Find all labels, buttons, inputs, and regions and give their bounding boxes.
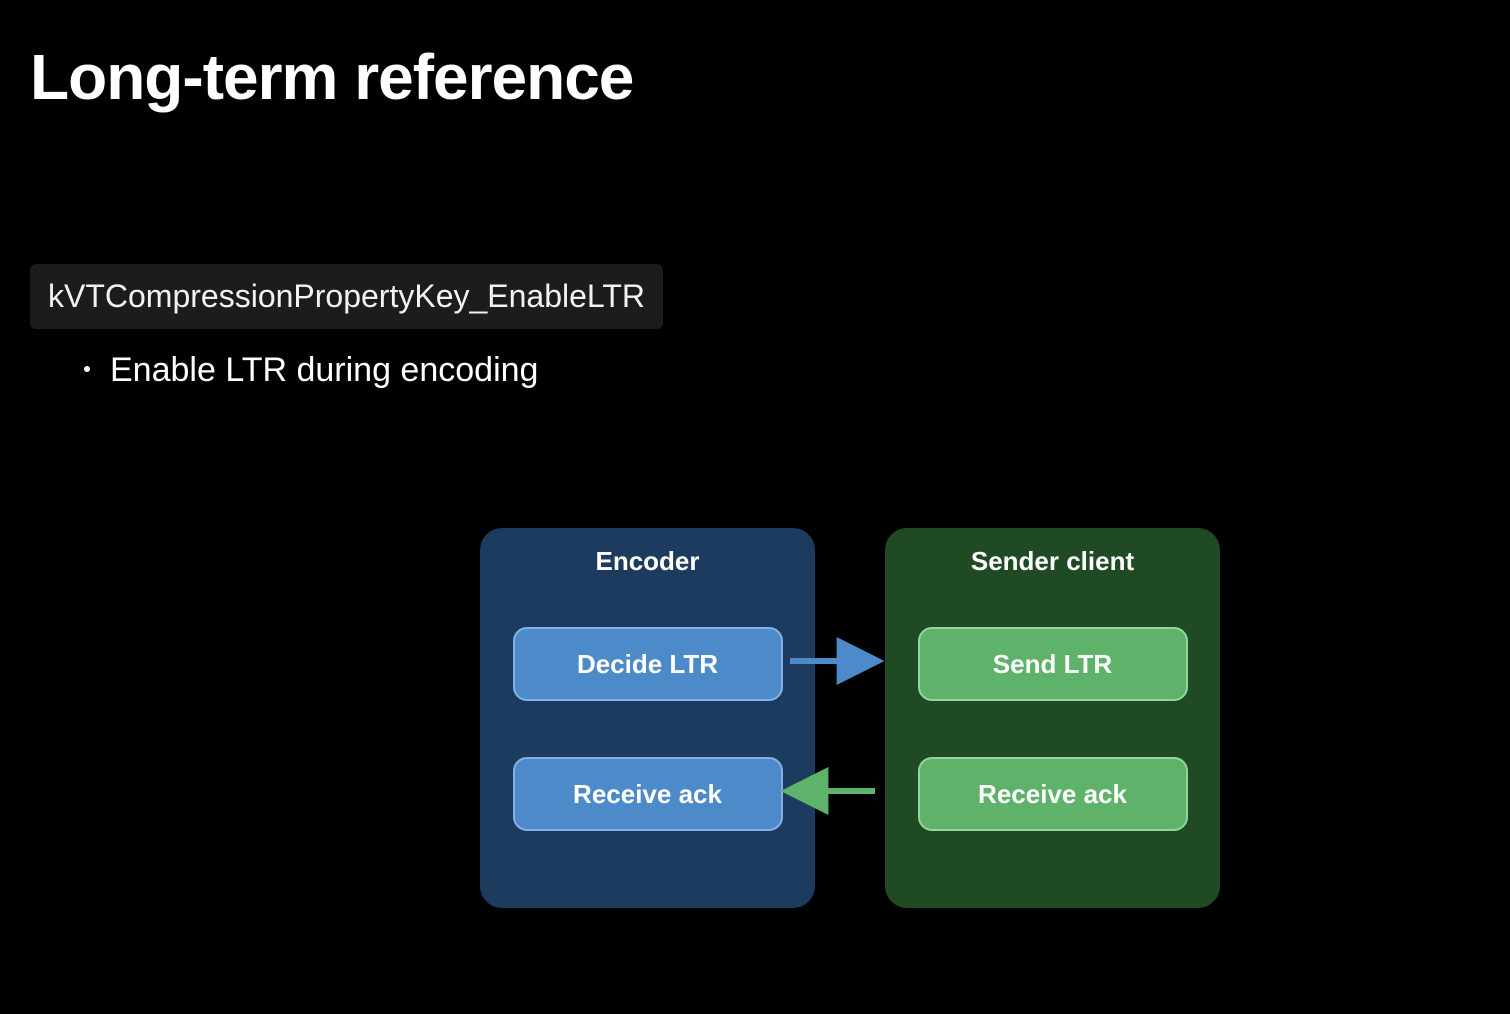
slide: Long-term reference kVTCompressionProper… [0,0,1510,1014]
bullet-dot-icon [84,366,90,372]
sender-send-ltr-box: Send LTR [918,627,1188,701]
slide-title: Long-term reference [30,40,1480,114]
code-property-chip: kVTCompressionPropertyKey_EnableLTR [30,264,663,329]
sender-receive-ack-box: Receive ack [918,757,1188,831]
diagram: Encoder Decide LTR Receive ack Sender cl… [480,528,1220,908]
encoder-panel-title: Encoder [595,546,699,577]
bullet-text: Enable LTR during encoding [110,351,538,389]
sender-client-panel: Sender client Send LTR Receive ack [885,528,1220,908]
sender-panel-title: Sender client [971,546,1134,577]
encoder-receive-ack-box: Receive ack [513,757,783,831]
encoder-panel: Encoder Decide LTR Receive ack [480,528,815,908]
bullet-item: Enable LTR during encoding [84,351,1480,390]
encoder-decide-ltr-box: Decide LTR [513,627,783,701]
